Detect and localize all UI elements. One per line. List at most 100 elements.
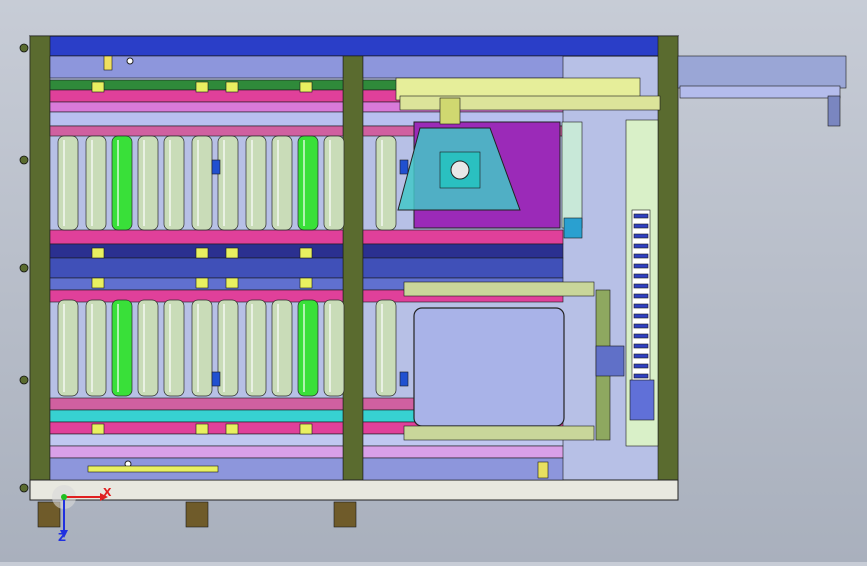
gantry-rail [399, 95, 661, 111]
mount-bolt-2 [19, 263, 29, 273]
roller [297, 135, 319, 231]
clamp-block [195, 81, 209, 93]
tray-motor [595, 345, 625, 377]
roller [245, 299, 267, 397]
roller [245, 135, 267, 231]
foot-2 [333, 501, 357, 528]
clamp-block [91, 423, 105, 435]
clamp-block [91, 81, 105, 93]
bracket-strip [362, 229, 564, 245]
scale-mark [633, 283, 649, 289]
bracket-strip [49, 445, 344, 459]
bracket-strip [362, 445, 564, 459]
roller [163, 135, 185, 231]
bracket-strip [49, 125, 344, 137]
clamp-block [225, 247, 239, 259]
scale-mark [633, 223, 649, 229]
clamp-block [91, 277, 105, 289]
actuator-slider [629, 379, 655, 421]
bracket-strip [49, 409, 344, 423]
bracket-strip [362, 457, 564, 481]
scale-mark [633, 333, 649, 339]
bracket-strip [49, 433, 344, 447]
clamp-block [299, 423, 313, 435]
bottom-pin [537, 461, 549, 479]
roller [375, 299, 397, 397]
bracket-strip [49, 111, 344, 127]
mount-bolt-0 [19, 43, 29, 53]
roller [217, 299, 239, 397]
side-extension-arm [677, 55, 847, 89]
top-left-pin [103, 55, 113, 71]
scale-mark [633, 293, 649, 299]
scale-mark [633, 233, 649, 239]
roller [191, 299, 213, 397]
roller [297, 299, 319, 397]
scale-mark [633, 303, 649, 309]
z-axis-label: Z [58, 531, 66, 544]
clamp-block [195, 277, 209, 289]
scale-mark [633, 273, 649, 279]
top-cover-panel [28, 35, 680, 57]
scale-mark [633, 343, 649, 349]
roller [271, 135, 293, 231]
right-guide-top [561, 121, 583, 229]
clamp-block [299, 81, 313, 93]
bracket-strip [49, 397, 344, 411]
scale-mark [633, 253, 649, 259]
roller [137, 299, 159, 397]
clamp-block [91, 247, 105, 259]
mount-bolt-1 [19, 155, 29, 165]
clamp-block [225, 277, 239, 289]
x-axis-label: X [103, 486, 112, 499]
roller [137, 135, 159, 231]
roller [271, 299, 293, 397]
foot-1 [185, 501, 209, 528]
clamp-block [195, 247, 209, 259]
sensor [211, 159, 221, 175]
clamp-block [299, 277, 313, 289]
roller [191, 135, 213, 231]
roller [323, 299, 345, 397]
roller [85, 299, 107, 397]
bracket-strip [362, 257, 564, 279]
tray-guide-top [403, 281, 595, 297]
cad-viewport[interactable]: X Z [0, 0, 867, 562]
clamp-block [299, 247, 313, 259]
left-frame-rail [29, 35, 51, 495]
gantry-carriage [439, 97, 461, 125]
scale-mark [633, 313, 649, 319]
roller [163, 299, 185, 397]
scale-mark [633, 353, 649, 359]
clamp-block [195, 423, 209, 435]
clamp-block [225, 81, 239, 93]
roller [57, 135, 79, 231]
roller [111, 135, 133, 231]
mount-bolt-3 [19, 375, 29, 385]
side-extension-rail [679, 85, 841, 99]
bracket-strip [49, 101, 344, 113]
scale-mark [633, 213, 649, 219]
bracket-strip [362, 55, 564, 79]
sensor [399, 159, 409, 175]
bracket-strip [49, 257, 344, 279]
roller [111, 299, 133, 397]
bracket-strip [362, 243, 564, 259]
scale-mark [633, 243, 649, 249]
bracket-strip [49, 229, 344, 245]
bracket-strip [49, 55, 344, 79]
roller [375, 135, 397, 231]
clamp-block [225, 423, 239, 435]
bottom-frame-rail [29, 479, 679, 501]
mount-bolt-4 [19, 483, 29, 493]
tray-panel [413, 307, 565, 427]
sensor [399, 371, 409, 387]
top-left-hole [126, 57, 134, 65]
tray-guide-bottom [403, 425, 595, 441]
right-frame-rail [657, 35, 679, 495]
bottom-bar [87, 465, 219, 473]
side-extension-end [827, 95, 841, 127]
roller [323, 135, 345, 231]
scale-mark [633, 263, 649, 269]
scale-mark [633, 373, 649, 379]
